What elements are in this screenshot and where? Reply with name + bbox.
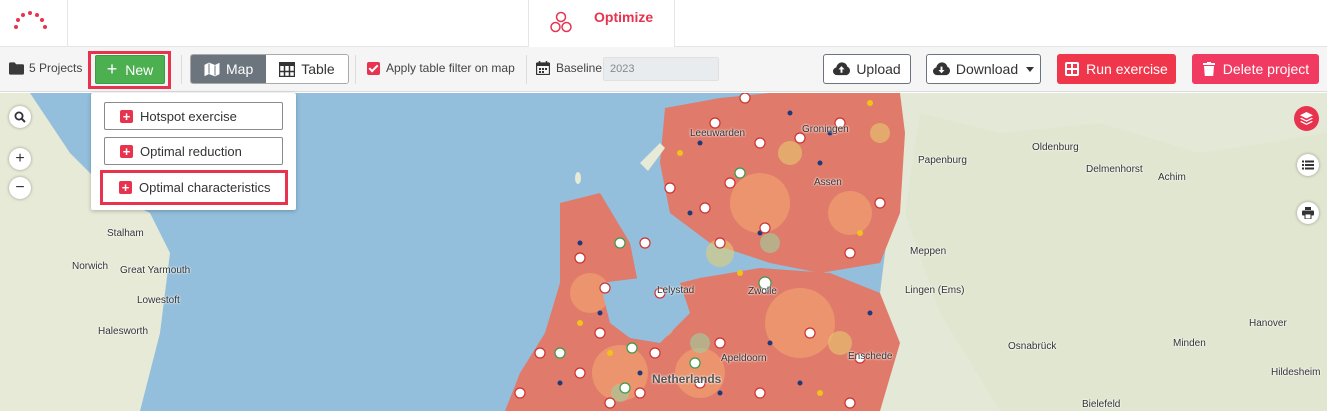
upload-label: Upload [856, 61, 901, 77]
map-view-label: Map [226, 61, 254, 77]
place-label: Halesworth [98, 326, 149, 337]
place-label: Lowestoft [137, 295, 180, 306]
download-label: Download [955, 61, 1019, 77]
legend-button[interactable] [1297, 154, 1319, 176]
baseline-label: Baseline [556, 61, 603, 75]
view-toggle: Map Table [190, 54, 349, 84]
upload-button[interactable]: Upload [823, 54, 911, 84]
place-label: Hanover [1249, 318, 1287, 329]
table-view-label: Table [301, 61, 335, 77]
place-label: Bielefeld [1082, 399, 1121, 410]
layers-button[interactable] [1294, 106, 1319, 131]
new-button-label: New [125, 61, 154, 78]
run-exercise-label: Run exercise [1086, 61, 1168, 77]
table-icon [279, 61, 296, 77]
plus-square-icon: + [120, 144, 133, 158]
delete-project-button[interactable]: Delete project [1192, 54, 1319, 84]
projects-link[interactable]: 5 Projects [9, 61, 82, 75]
delete-project-label: Delete project [1222, 61, 1310, 77]
plus-square-icon: + [119, 180, 132, 194]
layers-icon [1300, 112, 1313, 125]
zoom-in-button[interactable]: + [9, 148, 31, 170]
print-icon [1302, 207, 1314, 219]
print-button[interactable] [1297, 202, 1319, 224]
place-label: Groningen [802, 124, 849, 135]
place-label: Apeldoorn [721, 353, 767, 364]
map-icon [204, 61, 220, 77]
zoom-out-icon: − [15, 179, 25, 196]
menu-item-hotspot-exercise[interactable]: + Hotspot exercise [104, 102, 283, 130]
zoom-out-button[interactable]: − [9, 177, 31, 199]
menu-item-optimal-reduction[interactable]: + Optimal reduction [104, 137, 283, 165]
divider [355, 55, 356, 84]
search-icon [14, 111, 26, 123]
place-label: Delmenhorst [1086, 164, 1143, 175]
place-label: Meppen [910, 246, 947, 257]
top-bar: Optimize [0, 0, 1327, 47]
place-label: Osnabrück [1008, 341, 1057, 352]
app-logo[interactable] [0, 0, 68, 47]
menu-item-label: Optimal characteristics [139, 179, 271, 195]
divider [181, 55, 182, 84]
place-label: Great Yarmouth [120, 265, 191, 276]
baseline-year-input[interactable] [603, 57, 719, 81]
folder-icon [9, 61, 24, 75]
place-label: Lelystad [657, 285, 695, 296]
run-exercise-button[interactable]: Run exercise [1057, 54, 1176, 84]
place-label: Leeuwarden [690, 128, 746, 139]
trash-icon [1202, 62, 1215, 76]
module-tab-optimize[interactable]: Optimize [528, 0, 675, 47]
place-label: Papenburg [918, 155, 967, 166]
plus-square-icon: + [120, 109, 133, 123]
map-view-button[interactable]: Map [191, 55, 267, 83]
caret-down-icon [1026, 66, 1035, 72]
place-label: Hildesheim [1271, 367, 1321, 378]
projects-count: 5 Projects [29, 61, 83, 75]
place-label: Oldenburg [1032, 142, 1079, 153]
baseline-label-group: Baseline [536, 61, 602, 75]
cloud-download-icon [932, 62, 950, 76]
place-label: Achim [1158, 172, 1186, 183]
grid-icon [1065, 62, 1080, 76]
calendar-icon [536, 61, 550, 75]
new-exercise-menu: + Hotspot exercise + Optimal reduction +… [91, 93, 296, 210]
place-label: Zwolle [748, 286, 777, 297]
map-search-button[interactable] [9, 106, 31, 128]
legend-icon [1302, 160, 1314, 170]
new-button[interactable]: + New [95, 55, 165, 84]
menu-item-label: Hotspot exercise [140, 108, 237, 124]
menu-item-optimal-characteristics[interactable]: + Optimal characteristics [104, 173, 284, 201]
plus-icon: + [106, 58, 118, 79]
place-label: Norwich [72, 261, 109, 272]
apply-filter-option[interactable]: Apply table filter on map [367, 61, 515, 75]
table-view-button[interactable]: Table [266, 55, 348, 83]
download-button[interactable]: Download [926, 54, 1041, 84]
place-label: Assen [814, 177, 842, 188]
place-label: Stalham [107, 228, 144, 239]
optimize-icon [550, 11, 572, 33]
divider [526, 55, 527, 84]
place-label: Enschede [848, 351, 893, 362]
country-label: Netherlands [652, 372, 722, 386]
menu-item-label: Optimal reduction [140, 143, 242, 159]
apply-filter-label: Apply table filter on map [386, 61, 515, 75]
module-title: Optimize [594, 9, 654, 25]
cloud-upload-icon [833, 62, 851, 76]
place-label: Minden [1173, 338, 1206, 349]
apply-filter-checkbox[interactable] [367, 61, 380, 75]
zoom-in-icon: + [15, 150, 25, 167]
place-label: Lingen (Ems) [905, 285, 965, 296]
